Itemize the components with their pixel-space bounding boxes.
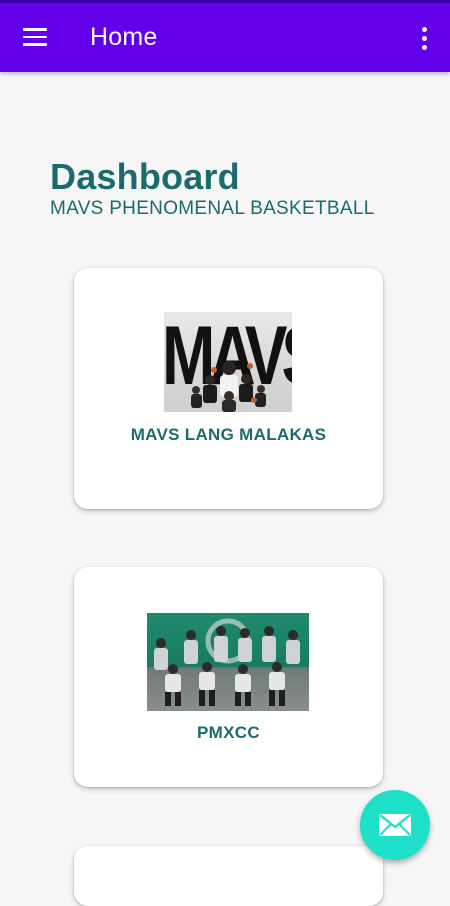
overflow-menu-button[interactable]	[410, 20, 438, 56]
card-title: PMXCC	[197, 723, 260, 742]
app-bar-title: Home	[90, 23, 158, 51]
more-vertical-icon	[421, 26, 427, 32]
team-photo	[154, 618, 300, 706]
card-image-pmxcc	[147, 613, 309, 711]
team-card-partial[interactable]	[74, 846, 383, 906]
compose-mail-button[interactable]	[360, 790, 430, 860]
card-title: MAVS LANG MALAKAS	[130, 425, 327, 444]
team-card-mavs[interactable]: MAVS MAVS LANG MALAKAS	[74, 268, 383, 509]
card-image-mavs: MAVS	[164, 312, 292, 412]
page-title: Dashboard	[50, 156, 240, 197]
mail-icon	[379, 814, 411, 836]
hamburger-menu-icon	[23, 28, 47, 46]
players-photo	[191, 361, 266, 412]
app-bar: Home	[0, 3, 450, 72]
page-subtitle: MAVS PHENOMENAL BASKETBALL	[50, 198, 375, 219]
team-card-pmxcc[interactable]: PMXCC	[74, 567, 383, 787]
menu-button[interactable]	[14, 18, 56, 56]
